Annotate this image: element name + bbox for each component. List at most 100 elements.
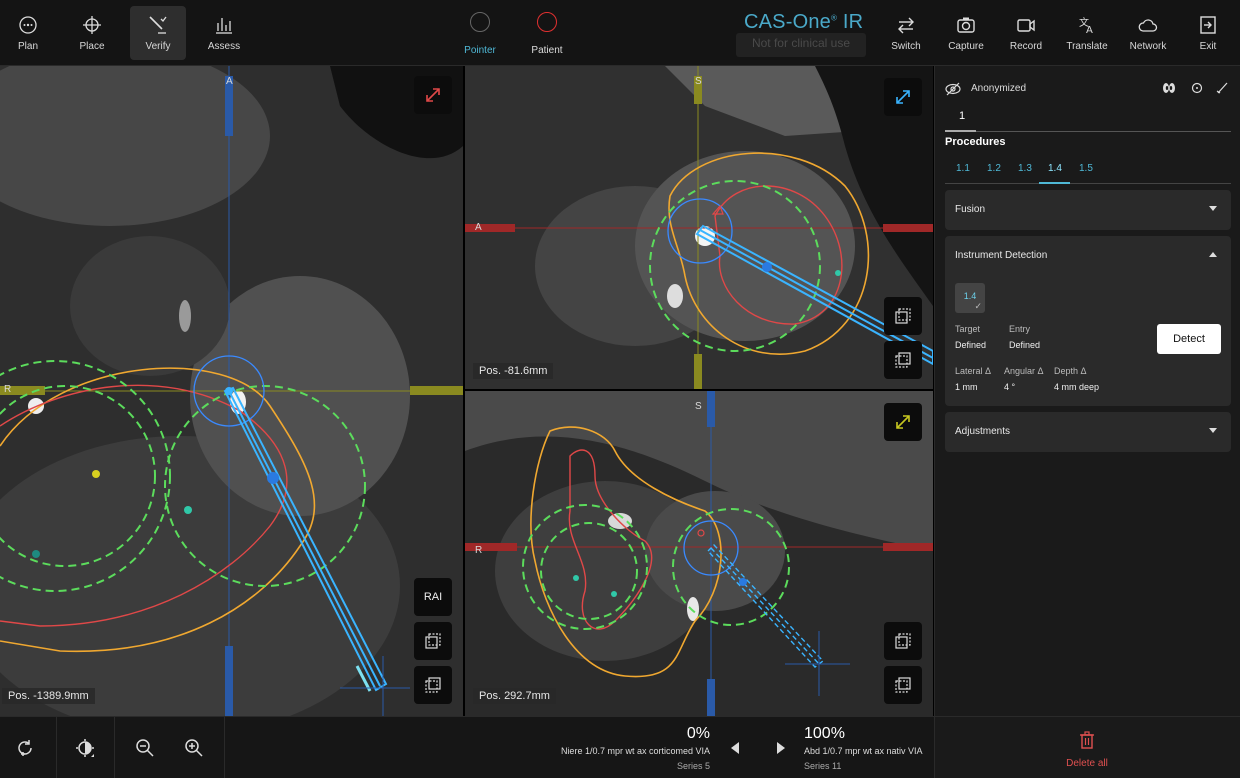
- layer-toggle-button[interactable]: [884, 341, 922, 379]
- verify-button[interactable]: Verify: [130, 6, 186, 60]
- series-name-right: Abd 1/0.7 mpr wt ax nativ VIA: [804, 746, 923, 756]
- adjustments-title: Adjustments: [955, 426, 1011, 437]
- top-toolbar: Plan Place Verify Assess Pointer Patient…: [0, 0, 1240, 66]
- series-name-left: Niere 1/0.7 mpr wt ax corticomed VIA: [560, 746, 710, 756]
- delete-all-label: Delete all: [1066, 758, 1108, 769]
- verify-label: Verify: [145, 41, 171, 52]
- zoom-in-button[interactable]: [177, 731, 211, 765]
- procedure-tab-1-1[interactable]: 1.1: [956, 163, 970, 174]
- blend-left-button[interactable]: [718, 731, 752, 765]
- viewport-sagittal[interactable]: S A Pos. -81.6mm: [465, 66, 933, 389]
- pointer-status[interactable]: Pointer: [455, 12, 505, 56]
- procedure-tab-underline: [1039, 182, 1070, 184]
- chevron-down-icon: [1209, 428, 1217, 433]
- blend-right-button[interactable]: [764, 731, 798, 765]
- procedure-tab-1-3[interactable]: 1.3: [1018, 163, 1032, 174]
- brand-logo: CAS-One® IR: [744, 11, 864, 33]
- record-button[interactable]: Record: [998, 6, 1054, 60]
- assess-button[interactable]: Assess: [196, 6, 252, 60]
- place-button[interactable]: Place: [64, 6, 120, 60]
- capture-button[interactable]: Capture: [938, 6, 994, 60]
- slice-position: Pos. -1389.9mm: [2, 688, 95, 704]
- expand-button[interactable]: [414, 76, 452, 114]
- depth-field: Depth Δ 4 mm deep: [1054, 366, 1099, 392]
- target-label: Target: [955, 324, 981, 334]
- blend-percent-left: 0%: [686, 725, 710, 742]
- procedure-tabs: 1.1 1.2 1.3 1.4 1.5: [945, 156, 1231, 184]
- zoom-out-button[interactable]: [128, 731, 162, 765]
- switch-button[interactable]: Switch: [878, 6, 934, 60]
- patient-tabs: 1: [945, 102, 1231, 132]
- delete-all-button[interactable]: Delete all: [1065, 731, 1109, 769]
- verify-icon: [149, 16, 167, 34]
- zoom-out-icon: [136, 739, 154, 757]
- ct-axial-image: [0, 66, 463, 716]
- entry-value: Defined: [1009, 340, 1041, 350]
- expand-button[interactable]: [884, 403, 922, 441]
- zoom-in-icon: [185, 739, 203, 757]
- tab-underline: [945, 130, 976, 132]
- instrument-detection-title[interactable]: Instrument Detection: [955, 250, 1047, 261]
- layers-toggle-icon: [425, 677, 441, 693]
- lateral-value: 1 mm: [955, 382, 978, 392]
- expand-icon: [896, 90, 910, 104]
- lateral-field: Lateral Δ 1 mm: [955, 366, 991, 392]
- layer-toggle-button[interactable]: [414, 666, 452, 704]
- target-field: Target Defined: [955, 324, 986, 350]
- entry-label: Entry: [1009, 324, 1031, 334]
- divider: [224, 717, 225, 778]
- target-value: Defined: [955, 340, 987, 350]
- procedure-tab-1-5[interactable]: 1.5: [1079, 163, 1093, 174]
- tab-1[interactable]: 1: [959, 110, 965, 122]
- bottom-toolbar: 0% Niere 1/0.7 mpr wt ax corticomed VIA …: [0, 716, 934, 778]
- layers-toggle-icon: [895, 677, 911, 693]
- instrument-chip[interactable]: 1.4 ✓: [955, 283, 985, 313]
- network-label: Network: [1129, 41, 1167, 52]
- assess-label: Assess: [207, 41, 241, 52]
- expand-icon: [426, 88, 440, 102]
- triangle-left-icon: [731, 742, 739, 754]
- video-icon: [1017, 19, 1035, 32]
- layer-toggle-button[interactable]: [884, 666, 922, 704]
- expand-button[interactable]: [884, 78, 922, 116]
- reset-view-button[interactable]: [8, 731, 42, 765]
- eye-off-icon[interactable]: [945, 82, 961, 96]
- contrast-icon: [76, 739, 94, 757]
- adjustments-section[interactable]: Adjustments: [945, 412, 1231, 452]
- patient-status[interactable]: Patient: [522, 12, 572, 56]
- needle-icon[interactable]: [1216, 82, 1228, 94]
- axis-label-left: R: [475, 545, 483, 556]
- layer-button[interactable]: [884, 297, 922, 335]
- layer-button[interactable]: [414, 622, 452, 660]
- fusion-title: Fusion: [955, 204, 986, 215]
- viewport-axial[interactable]: A R RAI Pos. -1389.9mm: [0, 66, 463, 716]
- procedure-tab-1-2[interactable]: 1.2: [987, 163, 1001, 174]
- translate-button[interactable]: 文A Translate: [1059, 6, 1115, 60]
- detect-button[interactable]: Detect: [1157, 324, 1221, 354]
- exit-button[interactable]: Exit: [1180, 6, 1236, 60]
- pointer-circle-icon: [470, 12, 490, 32]
- slice-position: Pos. -81.6mm: [473, 363, 554, 379]
- kidneys-icon[interactable]: [1161, 82, 1177, 94]
- expand-icon: [896, 415, 910, 429]
- viewport-coronal[interactable]: S R Pos. 292.7mm: [465, 391, 933, 716]
- plan-icon: [19, 16, 37, 34]
- procedures-title: Procedures: [945, 136, 1006, 148]
- target-icon[interactable]: [1191, 82, 1203, 94]
- network-button[interactable]: Network: [1120, 6, 1176, 60]
- patient-label: Patient: [531, 45, 563, 56]
- translate-icon: 文A: [1079, 16, 1093, 35]
- orientation-button[interactable]: RAI: [414, 578, 452, 616]
- bottom-right-bar: Delete all: [934, 716, 1240, 778]
- axis-label-left: R: [4, 384, 12, 395]
- triangle-right-icon: [777, 742, 785, 754]
- procedure-tab-1-4[interactable]: 1.4: [1048, 163, 1062, 174]
- fusion-section[interactable]: Fusion: [945, 190, 1231, 230]
- plan-button[interactable]: Plan: [0, 6, 56, 60]
- chevron-up-icon[interactable]: [1209, 252, 1217, 257]
- window-level-button[interactable]: [68, 731, 102, 765]
- series-number-right: Series 11: [804, 761, 842, 771]
- layer-button[interactable]: [884, 622, 922, 660]
- pointer-label: Pointer: [464, 45, 496, 56]
- series-right: 100% Abd 1/0.7 mpr wt ax nativ VIA Serie…: [804, 725, 923, 771]
